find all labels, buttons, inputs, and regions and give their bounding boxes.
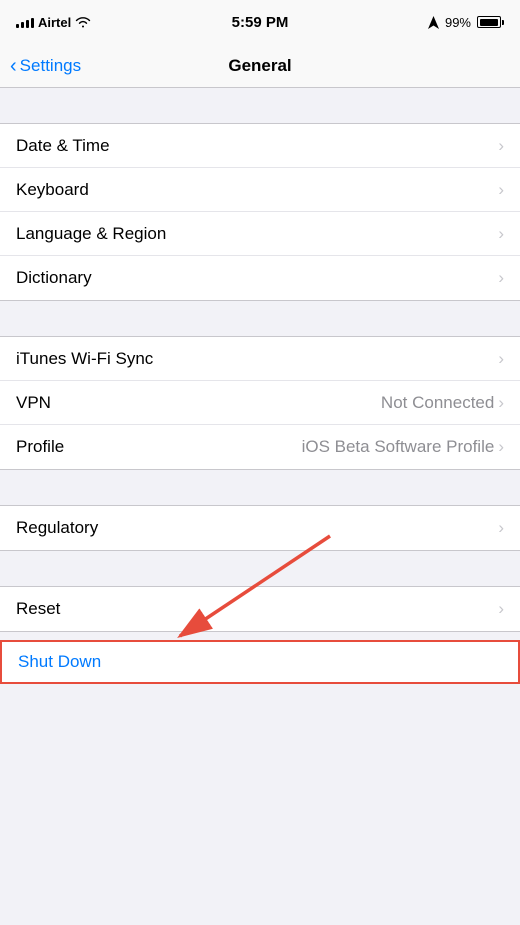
row-vpn[interactable]: VPN Not Connected › bbox=[0, 381, 520, 425]
row-label-profile: Profile bbox=[16, 437, 64, 457]
status-time: 5:59 PM bbox=[232, 14, 289, 31]
section-4: Reset › bbox=[0, 586, 520, 632]
signal-bar-3 bbox=[26, 20, 29, 28]
section-gap-2 bbox=[0, 301, 520, 336]
row-label-keyboard: Keyboard bbox=[16, 180, 89, 200]
row-label-itunes-wifi-sync: iTunes Wi-Fi Sync bbox=[16, 349, 153, 369]
row-profile[interactable]: Profile iOS Beta Software Profile › bbox=[0, 425, 520, 469]
battery-icon bbox=[477, 16, 504, 28]
row-right-itunes-wifi: › bbox=[498, 349, 504, 369]
content: Date & Time › Keyboard › Language & Regi… bbox=[0, 88, 520, 684]
chevron-icon-profile: › bbox=[498, 437, 504, 457]
back-label: Settings bbox=[20, 56, 81, 76]
row-dictionary[interactable]: Dictionary › bbox=[0, 256, 520, 300]
row-itunes-wifi-sync[interactable]: iTunes Wi-Fi Sync › bbox=[0, 337, 520, 381]
signal-bar-4 bbox=[31, 18, 34, 28]
location-icon bbox=[428, 16, 439, 29]
row-language-region[interactable]: Language & Region › bbox=[0, 212, 520, 256]
page-title: General bbox=[228, 56, 291, 76]
signal-bar-2 bbox=[21, 22, 24, 28]
chevron-icon-reset: › bbox=[498, 599, 504, 619]
row-right-reset: › bbox=[498, 599, 504, 619]
row-right-vpn: Not Connected › bbox=[381, 393, 504, 413]
row-reset[interactable]: Reset › bbox=[0, 587, 520, 631]
chevron-icon-regulatory: › bbox=[498, 518, 504, 538]
row-label-reset: Reset bbox=[16, 599, 60, 619]
status-right: 99% bbox=[428, 15, 504, 30]
status-left: Airtel bbox=[16, 15, 91, 30]
row-value-profile: iOS Beta Software Profile bbox=[302, 437, 495, 457]
row-right-date-time: › bbox=[498, 136, 504, 156]
chevron-icon-vpn: › bbox=[498, 393, 504, 413]
status-bar: Airtel 5:59 PM 99% bbox=[0, 0, 520, 44]
section-gap-5 bbox=[0, 632, 520, 640]
row-label-regulatory: Regulatory bbox=[16, 518, 98, 538]
row-value-vpn: Not Connected bbox=[381, 393, 494, 413]
section-gap-top bbox=[0, 88, 520, 123]
row-label-dictionary: Dictionary bbox=[16, 268, 92, 288]
chevron-icon-dictionary: › bbox=[498, 268, 504, 288]
row-label-date-time: Date & Time bbox=[16, 136, 110, 156]
reset-section-wrapper: Reset › bbox=[0, 586, 520, 632]
battery-percent: 99% bbox=[445, 15, 471, 30]
chevron-icon-language-region: › bbox=[498, 224, 504, 244]
row-label-language-region: Language & Region bbox=[16, 224, 166, 244]
section-1: Date & Time › Keyboard › Language & Regi… bbox=[0, 123, 520, 301]
signal-bar-1 bbox=[16, 24, 19, 28]
row-label-vpn: VPN bbox=[16, 393, 51, 413]
signal-bars bbox=[16, 16, 34, 28]
section-3: Regulatory › bbox=[0, 505, 520, 551]
section-2: iTunes Wi-Fi Sync › VPN Not Connected › … bbox=[0, 336, 520, 470]
back-chevron-icon: ‹ bbox=[10, 56, 17, 76]
back-button[interactable]: ‹ Settings bbox=[10, 56, 81, 76]
row-right-dictionary: › bbox=[498, 268, 504, 288]
wifi-icon bbox=[75, 16, 91, 28]
row-right-profile: iOS Beta Software Profile › bbox=[302, 437, 504, 457]
section-gap-4 bbox=[0, 551, 520, 586]
shutdown-label: Shut Down bbox=[18, 652, 101, 672]
row-keyboard[interactable]: Keyboard › bbox=[0, 168, 520, 212]
row-right-language-region: › bbox=[498, 224, 504, 244]
section-gap-3 bbox=[0, 470, 520, 505]
chevron-icon-keyboard: › bbox=[498, 180, 504, 200]
row-right-regulatory: › bbox=[498, 518, 504, 538]
carrier-label: Airtel bbox=[38, 15, 71, 30]
row-regulatory[interactable]: Regulatory › bbox=[0, 506, 520, 550]
row-date-time[interactable]: Date & Time › bbox=[0, 124, 520, 168]
nav-bar: ‹ Settings General bbox=[0, 44, 520, 88]
shutdown-row[interactable]: Shut Down bbox=[0, 640, 520, 684]
row-right-keyboard: › bbox=[498, 180, 504, 200]
chevron-icon-itunes-wifi: › bbox=[498, 349, 504, 369]
chevron-icon-date-time: › bbox=[498, 136, 504, 156]
